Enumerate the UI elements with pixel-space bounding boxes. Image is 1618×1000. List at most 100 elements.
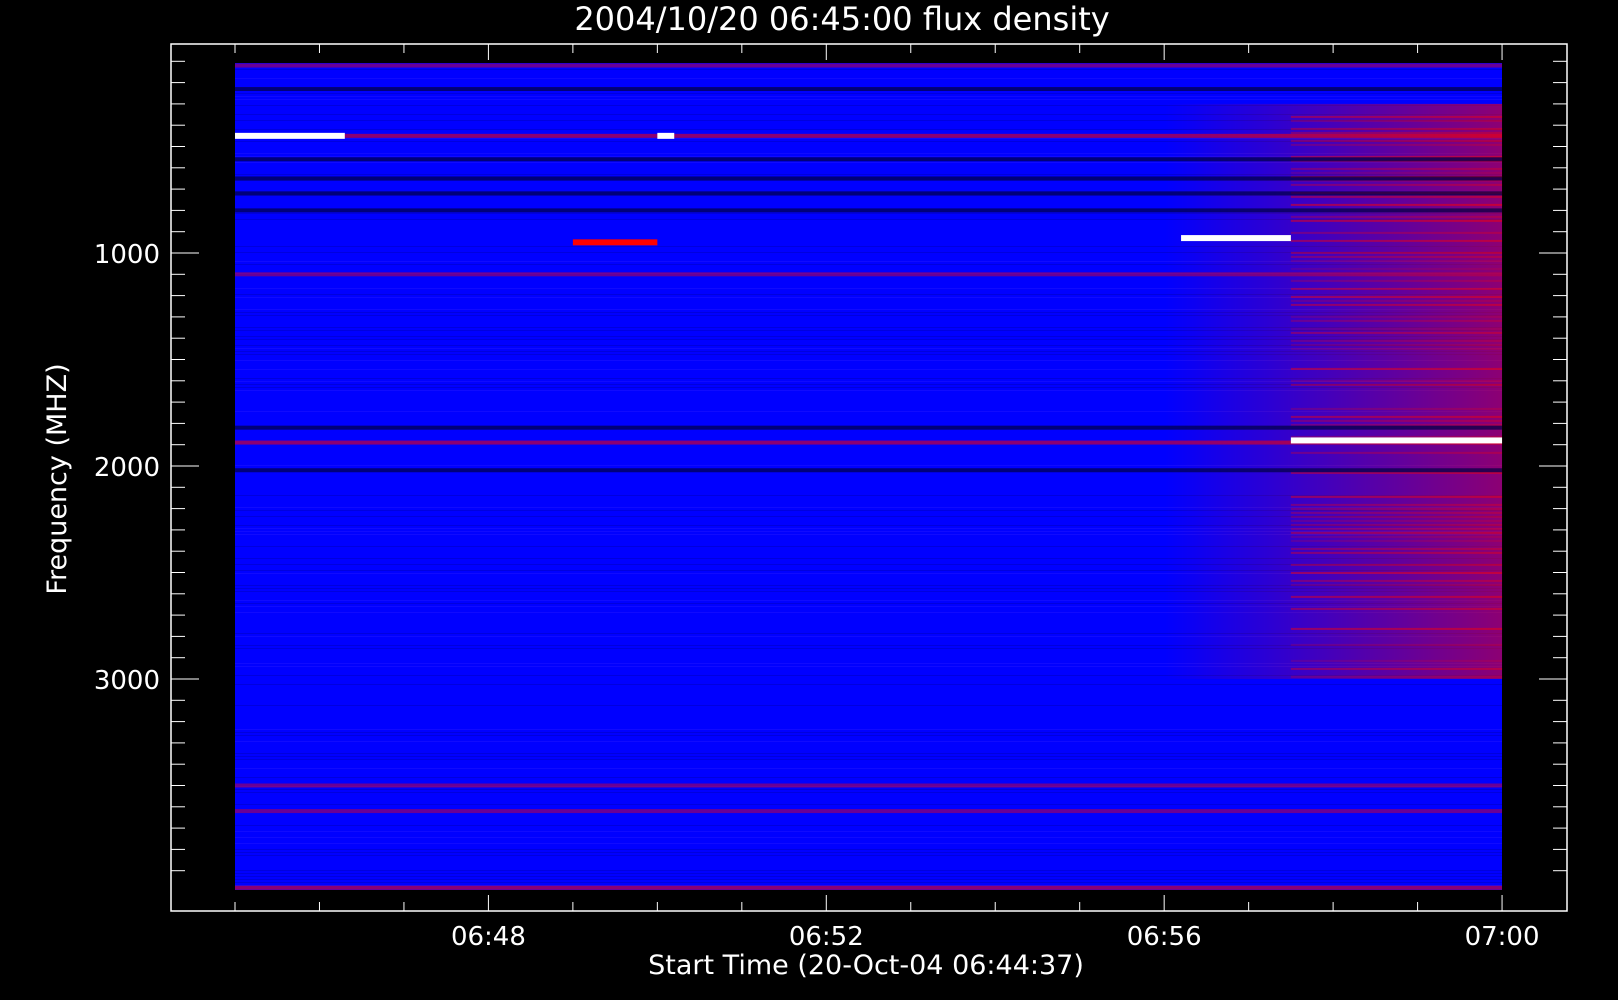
enhancement-line [1290, 531, 1503, 534]
enhancement-line [1290, 143, 1503, 146]
channel-line [235, 777, 1502, 778]
channel-line [235, 879, 1502, 880]
enhancement-line [1290, 423, 1503, 426]
enhancement-line [1290, 347, 1503, 350]
enhancement-line [1290, 667, 1503, 670]
enhancement-line [1290, 515, 1503, 518]
enhancement-line [1290, 167, 1503, 170]
frequency-band [235, 191, 1502, 196]
enhancement-line [1290, 215, 1503, 218]
channel-line [235, 855, 1502, 856]
enhancement-line [1290, 383, 1503, 386]
radio-burst [235, 132, 345, 139]
frequency-band [235, 272, 1502, 277]
enhancement-line [1290, 171, 1503, 174]
x-tick-label: 06:52 [789, 922, 864, 952]
enhancement-line [1290, 527, 1503, 530]
enhancement-line [1290, 595, 1503, 598]
channel-line [235, 735, 1502, 736]
channel-line [235, 741, 1502, 742]
enhancement-line [1290, 343, 1503, 346]
enhancement-line [1290, 539, 1503, 542]
enhancement-line [1290, 279, 1503, 282]
radio-burst [657, 132, 675, 139]
channel-line [235, 756, 1502, 757]
channel-line [235, 804, 1502, 805]
enhancement-line [1290, 367, 1503, 370]
channel-line [235, 729, 1502, 730]
channel-line [235, 684, 1502, 685]
enhancement-line [1290, 239, 1503, 242]
frequency-band [235, 86, 1502, 91]
enhancement-line [1290, 287, 1503, 290]
enhancement-line [1290, 659, 1503, 662]
channel-line [235, 876, 1502, 877]
channel-line [235, 93, 1502, 94]
channel-line [235, 789, 1502, 790]
frequency-band [235, 176, 1502, 181]
channel-line [235, 852, 1502, 853]
channel-line [235, 831, 1502, 832]
enhancement-line [1290, 503, 1503, 506]
enhancement-line [1290, 119, 1503, 122]
enhancement-line [1290, 295, 1503, 298]
frequency-band [235, 783, 1502, 788]
y-tick-label: 3000 [94, 666, 160, 696]
enhancement-line [1290, 551, 1503, 554]
enhancement-line [1290, 511, 1503, 514]
enhancement-line [1290, 563, 1503, 566]
enhancement-line [1290, 519, 1503, 522]
enhancement-line [1290, 379, 1503, 382]
enhancement-line [1290, 315, 1503, 318]
channel-line [235, 825, 1502, 826]
frequency-band [235, 468, 1502, 473]
channel-line [235, 69, 1502, 70]
y-axis-label: Frequency (MHZ) [42, 363, 73, 594]
channel-line [235, 96, 1502, 97]
channel-line [235, 837, 1502, 838]
radio-burst [572, 239, 658, 246]
x-tick-label: 06:56 [1127, 922, 1202, 952]
enhancement-line [1290, 327, 1503, 330]
enhancement-line [1290, 495, 1503, 498]
enhancement-region [1164, 103, 1503, 679]
enhancement-line [1290, 571, 1503, 574]
enhancement-line [1290, 535, 1503, 538]
heatmap-image [235, 63, 1503, 890]
enhancement-line [1290, 643, 1503, 646]
enhancement-line [1290, 507, 1503, 510]
enhancement-line [1290, 419, 1503, 422]
enhancement-line [1290, 319, 1503, 322]
enhancement-line [1290, 115, 1503, 118]
chart-title: 2004/10/20 06:45:00 flux density [574, 0, 1109, 38]
enhancement-line [1290, 259, 1503, 262]
enhancement-line [1290, 131, 1503, 134]
channel-line [235, 99, 1502, 100]
y-tick-label: 1000 [94, 240, 160, 270]
enhancement-line [1290, 407, 1503, 410]
enhancement-line [1290, 451, 1503, 454]
channel-line [235, 753, 1502, 754]
enhancement-line [1290, 547, 1503, 550]
frequency-band [235, 208, 1502, 213]
channel-line [235, 882, 1502, 883]
channel-line [235, 768, 1502, 769]
enhancement-line [1290, 183, 1503, 186]
frequency-band [235, 809, 1502, 814]
x-axis-label: Start Time (20-Oct-04 06:44:37) [648, 950, 1084, 981]
x-tick-label: 06:48 [451, 922, 526, 952]
enhancement-line [1290, 251, 1503, 254]
enhancement-line [1290, 303, 1503, 306]
radio-burst [1181, 235, 1291, 242]
enhancement-line [1290, 267, 1503, 270]
frequency-band [235, 133, 1502, 138]
channel-line [235, 759, 1502, 760]
enhancement-line [1290, 523, 1503, 526]
frequency-band [235, 63, 1502, 68]
channel-line [235, 78, 1502, 79]
enhancement-line [1290, 231, 1503, 234]
enhancement-line [1290, 339, 1503, 342]
channel-line [235, 843, 1502, 844]
y-tick-label: 2000 [94, 453, 160, 483]
channel-line [235, 705, 1502, 706]
